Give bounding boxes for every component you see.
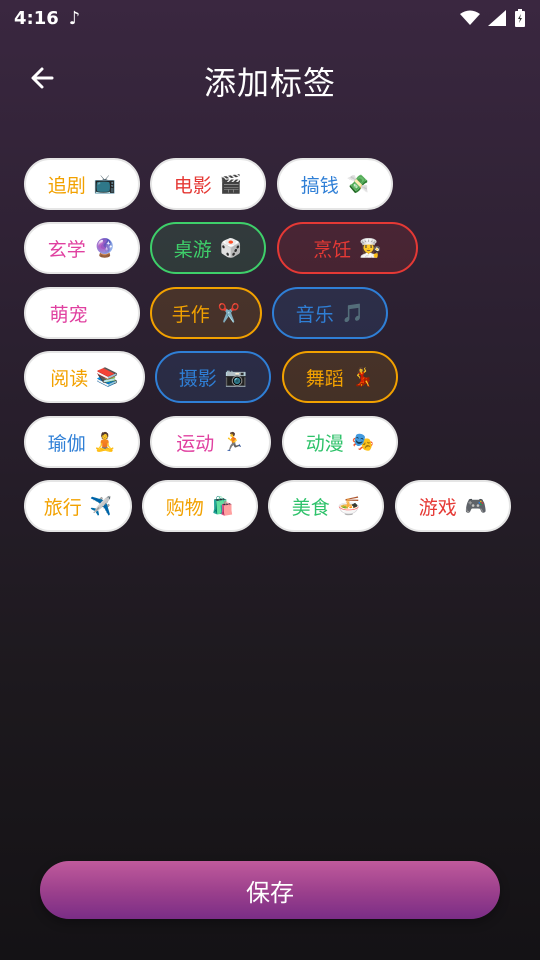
- tag-chip[interactable]: 萌宠 🐱: [24, 287, 140, 339]
- tag-list: 追剧 📺 电影 🎬 搞钱 💸 玄学 🔮 桌游 🎲 烹饪 👩‍🍳 萌宠 🐱 手作 ✂️ 音乐 🎵 阅读 📚 摄影 📷 舞蹈 💃 瑜…: [0, 0, 540, 560]
- tag-label: 电影: [173, 174, 212, 197]
- tag-emoji-icon: ✂️: [217, 302, 241, 324]
- tag-label: 追剧: [47, 174, 86, 197]
- tag-chip[interactable]: 舞蹈 💃: [282, 351, 398, 403]
- tag-chip[interactable]: 美食 🍜: [268, 480, 384, 532]
- tag-label: 烹饪: [313, 238, 352, 261]
- tag-label: 购物: [165, 496, 204, 519]
- tag-label: 搞钱: [300, 174, 339, 197]
- tag-emoji-icon: 💸: [346, 173, 370, 195]
- tag-emoji-icon: 🎬: [219, 173, 243, 195]
- tag-emoji-icon: 💃: [351, 366, 375, 388]
- tag-emoji-icon: 🎮: [464, 495, 488, 517]
- save-button[interactable]: 保存: [40, 861, 500, 919]
- tag-emoji-icon: 🔮: [93, 237, 117, 259]
- tag-chip[interactable]: 动漫 🎭: [282, 416, 398, 468]
- tag-emoji-icon: 📷: [224, 366, 248, 388]
- tag-chip[interactable]: 游戏 🎮: [395, 480, 511, 532]
- tag-chip[interactable]: 阅读 📚: [24, 351, 145, 403]
- tag-chip[interactable]: 旅行 ✈️: [24, 480, 132, 532]
- tag-chip[interactable]: 运动 🏃: [150, 416, 271, 468]
- tag-chip[interactable]: 玄学 🔮: [24, 222, 140, 274]
- tag-emoji-icon: 📺: [93, 173, 117, 195]
- tag-emoji-icon: 🎵: [341, 302, 365, 324]
- tag-label: 舞蹈: [305, 367, 344, 390]
- tag-label: 旅行: [43, 496, 82, 519]
- tag-chip[interactable]: 瑜伽 🧘: [24, 416, 140, 468]
- tag-emoji-icon: 🧘: [93, 431, 117, 453]
- tag-label: 瑜伽: [47, 432, 86, 455]
- tag-chip[interactable]: 手作 ✂️: [150, 287, 262, 339]
- tag-chip[interactable]: 桌游 🎲: [150, 222, 266, 274]
- tag-emoji-icon: 🏃: [222, 431, 245, 453]
- tag-emoji-icon: 🎭: [351, 431, 375, 453]
- tag-chip[interactable]: 搞钱 💸: [277, 158, 393, 210]
- tag-label: 手作: [171, 303, 210, 326]
- tag-label: 摄影: [178, 367, 217, 390]
- tag-label: 音乐: [295, 303, 334, 326]
- tag-label: 美食: [291, 496, 330, 519]
- tag-chip[interactable]: 购物 🛍️: [142, 480, 258, 532]
- tag-label: 桌游: [173, 238, 212, 261]
- tag-label: 运动: [176, 432, 215, 455]
- tag-label: 玄学: [47, 238, 86, 261]
- tag-emoji-icon: 🛍️: [211, 495, 235, 517]
- tag-emoji-icon: 🎲: [219, 237, 243, 259]
- tag-emoji-icon: 🍜: [337, 495, 361, 517]
- tag-chip[interactable]: 电影 🎬: [150, 158, 266, 210]
- tag-label: 阅读: [50, 367, 89, 390]
- tag-label: 动漫: [305, 432, 344, 455]
- tag-chip[interactable]: 摄影 📷: [155, 351, 271, 403]
- tag-chip[interactable]: 音乐 🎵: [272, 287, 388, 339]
- tag-emoji-icon: 👩‍🍳: [359, 237, 382, 259]
- tag-chip[interactable]: 烹饪 👩‍🍳: [277, 222, 418, 274]
- tag-emoji-icon: 📚: [96, 366, 119, 388]
- tag-label: 萌宠: [49, 303, 88, 326]
- tag-emoji-icon: 🐱: [95, 302, 115, 324]
- tag-chip[interactable]: 追剧 📺: [24, 158, 140, 210]
- tag-label: 游戏: [418, 496, 457, 519]
- tag-emoji-icon: ✈️: [89, 495, 113, 517]
